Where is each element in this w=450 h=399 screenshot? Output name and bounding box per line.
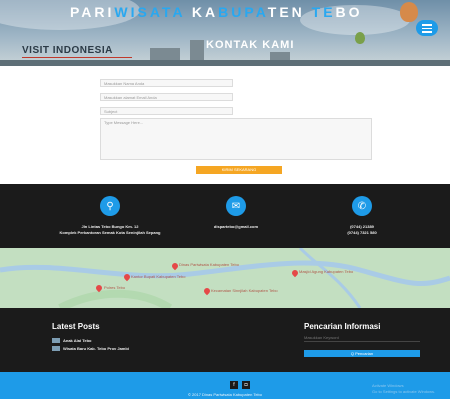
balloon-icon [355, 32, 365, 44]
logo-underline [22, 57, 132, 58]
title-seg: KA [185, 4, 219, 20]
title-seg: TEN [267, 4, 312, 20]
email-address[interactable]: dispartebo@gmail.com [166, 224, 306, 230]
search-title: Pencarian Informasi [304, 322, 381, 331]
email-input[interactable]: Masukkan alamat Email Anda [100, 93, 233, 101]
title-seg: TE [311, 4, 336, 20]
facebook-icon[interactable]: f [230, 381, 238, 389]
subject-input[interactable]: Subject [100, 107, 233, 115]
page-title: KONTAK KAMI [206, 39, 295, 51]
map-label: Dinas Pariwisata Kabupaten Tebo [179, 262, 239, 267]
phone-icon: ✆ [352, 196, 372, 216]
menu-bar-icon [422, 27, 432, 29]
submit-button[interactable]: KIRIM SEKARANG [196, 166, 282, 174]
map-pin-icon: ⚲ [100, 196, 120, 216]
email-block: ✉ dispartebo@gmail.com [166, 196, 306, 230]
map-label: Polres Tebo [104, 285, 126, 290]
activate-windows-watermark: Activate Windows Go to Settings to activ… [372, 383, 435, 395]
watermark-line: Go to Settings to activate Windows. [372, 389, 436, 394]
envelope-icon: ✉ [226, 196, 246, 216]
footer-widgets: Latest Posts Anak Alai Tebo Wisata Baru … [0, 308, 450, 372]
post-link[interactable]: Anak Alai Tebo [52, 338, 92, 344]
title-seg: BO [335, 4, 363, 20]
search-button[interactable]: Q Pencarian [304, 350, 420, 357]
title-seg: PARI [70, 4, 115, 20]
post-thumbnail-icon [52, 338, 60, 344]
contact-form: Masukkan Nama Anda Masukkan alamat Email… [0, 66, 450, 184]
phone-number[interactable]: (0744) 7321 580 [292, 230, 432, 236]
balloon-icon [400, 2, 418, 22]
post-title: Anak Alai Tebo [63, 338, 92, 343]
post-thumbnail-icon [52, 346, 60, 352]
map-label: Kantor Bupati Kabupaten Tebo [131, 274, 186, 279]
search-input[interactable] [304, 334, 420, 342]
title-seg: WISATA [114, 4, 186, 20]
menu-button[interactable] [416, 20, 438, 36]
map-label: Kecamatan Sinnjilah Kabupaten Tebo [211, 288, 278, 293]
message-textarea[interactable]: Type Message Here... [100, 118, 372, 160]
logo-text: VISIT INDONESIA [22, 45, 113, 56]
address-line: Komplek Perkantoran Semak Kota Seninjila… [59, 230, 161, 235]
location-map[interactable]: Dinas Pariwisata Kabupaten Tebo Kantor B… [0, 248, 450, 308]
address-block: ⚲ Jln Lintas Tebo Bungo Km. 12 Komplek P… [40, 196, 180, 236]
map-label: Masjid Agung Kabupaten Tebo [299, 269, 354, 274]
name-input[interactable]: Masukkan Nama Anda [100, 79, 233, 87]
hero-banner: PARIWISATA KABUPATEN TEBO KONTAK KAMI VI… [0, 0, 450, 66]
menu-bar-icon [422, 31, 432, 33]
river-shape [0, 248, 450, 308]
instagram-icon[interactable]: ◘ [242, 381, 250, 389]
phone-block: ✆ (0744) 21389 (0744) 7321 580 [292, 196, 432, 236]
latest-posts-title: Latest Posts [52, 322, 100, 331]
post-link[interactable]: Wisata Baru Kab. Tebo Prov Jambi [52, 346, 129, 352]
site-title[interactable]: PARIWISATA KABUPATEN TEBO [70, 4, 363, 20]
contact-info: ⚲ Jln Lintas Tebo Bungo Km. 12 Komplek P… [0, 184, 450, 248]
title-seg: BUPA [218, 4, 268, 20]
visit-indonesia-logo: VISIT INDONESIA [22, 45, 132, 58]
menu-bar-icon [422, 24, 432, 26]
bottom-bar: f ◘ © 2017 Dinas Pariwisata Kabupaten Te… [0, 372, 450, 399]
post-title: Wisata Baru Kab. Tebo Prov Jambi [63, 346, 129, 351]
